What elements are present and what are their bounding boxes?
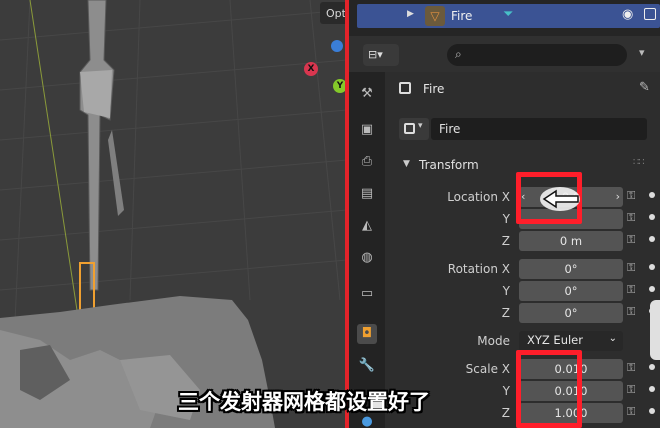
modifier-tab-icon[interactable]: 🔧 (357, 356, 377, 376)
viewport-scene (0, 0, 347, 428)
keyframe-dot-icon[interactable] (649, 192, 655, 198)
drag-grip-icon[interactable]: ∷∷ (633, 157, 645, 168)
outliner-object-name: Fire (451, 9, 473, 23)
keyframe-dot-icon[interactable] (649, 386, 655, 392)
gizmo-x-axis[interactable]: X (304, 62, 318, 76)
object-name-field[interactable]: Fire (431, 118, 647, 140)
rotation-y-field[interactable]: 0° (519, 281, 623, 301)
location-z-field[interactable]: 0 m (519, 231, 623, 251)
location-z-row: Z 0 m ⚿ (385, 231, 660, 251)
chevron-down-icon: ⌄ (608, 333, 617, 344)
properties-editor: ▶ ▽ Fire ⏷ ◉ ⊟▾ ⌕ ▾ ⚒ ▣ ⎙ ▤ ◭ ◍ ▭ ◘ 🔧 ● … (349, 0, 660, 428)
particle-emitter-icon[interactable]: ⏷ (503, 7, 513, 22)
chevron-down-icon[interactable]: ▾ (639, 46, 645, 59)
properties-header: ⊟▾ ⌕ ▾ (349, 40, 660, 70)
lock-icon[interactable]: ⚿ (627, 383, 635, 397)
rotation-mode-select[interactable]: XYZ Euler ⌄ (519, 331, 623, 351)
scale-highlight (516, 350, 582, 428)
location-x-label: Location X (447, 190, 510, 204)
keyframe-dot-icon[interactable] (649, 286, 655, 292)
render-tab-icon[interactable]: ▣ (357, 120, 377, 140)
mode-value: XYZ Euler (527, 333, 583, 347)
object-datablock-button[interactable]: ▾ (399, 118, 429, 140)
lock-icon[interactable]: ⚿ (627, 283, 635, 297)
world-tab-icon[interactable]: ◍ (357, 248, 377, 268)
keyframe-dot-icon[interactable] (649, 264, 655, 270)
outliner-row-fire[interactable]: ▶ ▽ Fire ⏷ ◉ (357, 4, 660, 28)
rotation-z-field[interactable]: 0° (519, 303, 623, 323)
keyframe-dot-icon[interactable] (649, 408, 655, 414)
expand-triangle-icon[interactable]: ▶ (407, 9, 414, 19)
object-title-row: Fire ✎ (385, 72, 660, 104)
mode-label: Mode (477, 334, 510, 348)
scale-x-label: Scale X (465, 362, 510, 376)
collection-tab-icon[interactable]: ▭ (357, 284, 377, 304)
viewport-options-button[interactable]: Opti (320, 2, 347, 24)
location-y-label: Y (502, 212, 510, 226)
object-title: Fire (423, 82, 445, 96)
scrollbar-handle[interactable] (650, 300, 660, 360)
eye-icon[interactable]: ◉ (622, 7, 633, 22)
rotation-x-row: Rotation X 0° ⚿ (385, 259, 660, 279)
output-tab-icon[interactable]: ⎙ (357, 152, 377, 172)
drag-cursor-icon (540, 187, 580, 211)
chevron-down-icon: ▾ (418, 121, 423, 131)
rotation-x-field[interactable]: 0° (519, 259, 623, 279)
rotation-x-label: Rotation X (447, 262, 510, 276)
pin-icon[interactable]: ✎ (639, 80, 650, 95)
editor-type-button[interactable]: ⊟▾ (363, 44, 399, 66)
increment-arrow-icon[interactable]: › (616, 187, 620, 207)
view-layer-tab-icon[interactable]: ▤ (357, 184, 377, 204)
lock-icon[interactable]: ⚿ (627, 361, 635, 375)
keyframe-dot-icon[interactable] (649, 364, 655, 370)
collapse-triangle-icon: ▼ (403, 159, 410, 169)
lock-icon[interactable]: ⚿ (627, 261, 635, 275)
rotation-mode-row: Mode XYZ Euler ⌄ (385, 331, 660, 351)
search-icon: ⌕ (455, 47, 462, 61)
keyframe-dot-icon[interactable] (649, 214, 655, 220)
camera-icon[interactable] (644, 8, 656, 20)
gizmo-z-axis[interactable] (331, 40, 343, 52)
rotation-y-label: Y (502, 284, 510, 298)
tool-tab-icon[interactable]: ⚒ (357, 84, 377, 104)
object-tab-icon[interactable]: ◘ (357, 324, 377, 344)
scene-tab-icon[interactable]: ◭ (357, 216, 377, 236)
3d-viewport[interactable]: Opti X Y (0, 0, 347, 428)
properties-tabs: ⚒ ▣ ⎙ ▤ ◭ ◍ ▭ ◘ 🔧 ● (349, 72, 385, 428)
rotation-z-label: Z (501, 306, 510, 320)
transform-title: Transform (419, 158, 479, 172)
video-subtitle: 三个发射器网格都设置好了 (178, 390, 430, 414)
keyframe-dot-icon[interactable] (649, 236, 655, 242)
search-input[interactable]: ⌕ (447, 44, 627, 66)
lock-icon[interactable]: ⚿ (627, 233, 635, 247)
scale-y-label: Y (502, 384, 510, 398)
rotation-y-row: Y 0° ⚿ (385, 281, 660, 301)
object-square-icon (404, 123, 415, 134)
lock-icon[interactable]: ⚿ (627, 305, 635, 319)
rotation-z-row: Z 0° ⚿ (385, 303, 660, 323)
lock-icon[interactable]: ⚿ (627, 211, 635, 225)
object-square-icon (399, 82, 411, 94)
lock-icon[interactable]: ⚿ (627, 189, 635, 203)
location-z-label: Z (501, 234, 510, 248)
scale-z-label: Z (501, 406, 510, 420)
object-name-row: ▾ Fire (399, 118, 647, 140)
outliner-strip: ▶ ▽ Fire ⏷ ◉ (349, 0, 660, 36)
object-icon: ▽ (425, 6, 445, 26)
lock-icon[interactable]: ⚿ (627, 405, 635, 419)
